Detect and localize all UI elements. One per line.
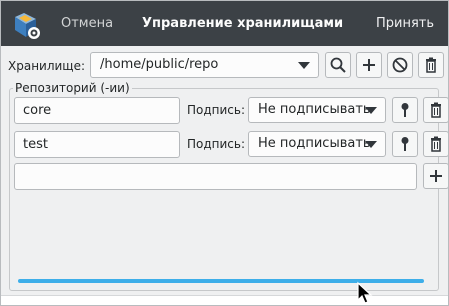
plus-icon [430, 170, 442, 182]
repository-manager-window: Отмена Управление хранилищами Принять Хр… [0, 0, 449, 306]
storage-path: /home/public/repo [100, 57, 219, 72]
window-title: Управление хранилищами [142, 16, 344, 31]
signature-value: Не подписывать [258, 102, 371, 117]
mouse-cursor-icon [357, 281, 373, 304]
signature-key-button[interactable] [392, 97, 418, 123]
storage-label: Хранилище: [8, 59, 86, 73]
window-bottom-edge [1, 295, 448, 305]
app-icon [15, 13, 40, 39]
add-repo-button[interactable] [423, 163, 448, 189]
signature-label: Подпись: [187, 103, 246, 117]
storage-combo[interactable]: /home/public/repo [90, 52, 319, 78]
repo-name-input[interactable]: test [14, 131, 180, 158]
plus-icon [363, 59, 375, 71]
key-icon [401, 103, 409, 117]
delete-repo-button[interactable] [423, 131, 448, 157]
chevron-down-icon [365, 141, 377, 148]
search-icon [330, 57, 346, 73]
accept-button[interactable]: Принять [376, 16, 434, 31]
signature-key-button[interactable] [392, 131, 418, 157]
disable-icon [392, 57, 408, 73]
trash-icon [431, 102, 441, 118]
repositories-group-title: Репозиторий (-ии) [13, 81, 132, 95]
key-icon [401, 137, 409, 151]
new-repo-input[interactable] [14, 163, 417, 190]
signature-value: Не подписывать [258, 136, 371, 151]
repo-name-input[interactable]: core [14, 97, 180, 124]
add-storage-button[interactable] [356, 52, 382, 78]
signature-label: Подпись: [187, 137, 246, 151]
signature-combo[interactable]: Не подписывать [248, 97, 386, 123]
chevron-down-icon [365, 107, 377, 114]
search-button[interactable] [325, 52, 351, 78]
signature-combo[interactable]: Не подписывать [248, 131, 386, 157]
disable-storage-button[interactable] [387, 52, 413, 78]
delete-repo-button[interactable] [423, 97, 448, 123]
chevron-down-icon [298, 62, 310, 69]
delete-storage-button[interactable] [418, 52, 444, 78]
trash-icon [431, 136, 441, 152]
cancel-button[interactable]: Отмена [61, 16, 113, 31]
trash-icon [426, 57, 436, 73]
header-bar: Отмена Управление хранилищами Принять [1, 1, 448, 46]
